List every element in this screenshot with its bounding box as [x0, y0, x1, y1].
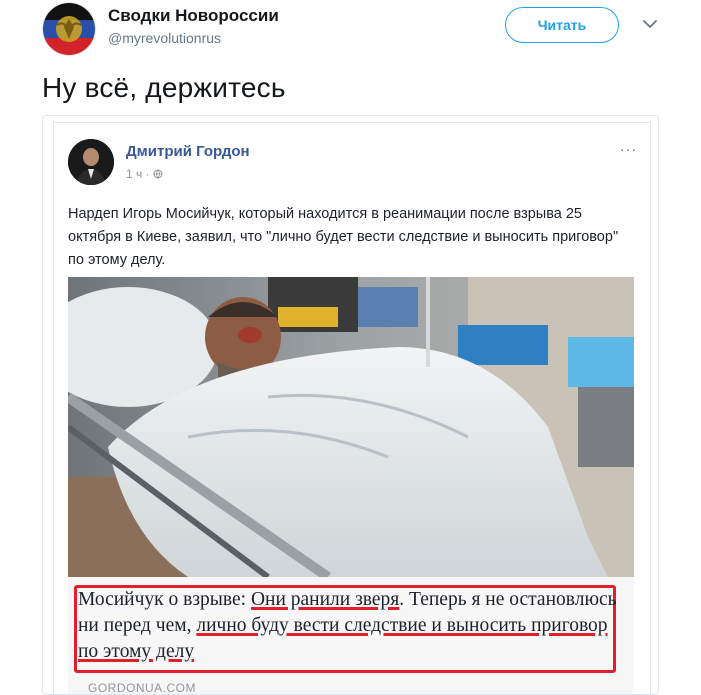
hospital-photo-image — [68, 277, 634, 577]
fb-author-avatar — [68, 139, 114, 185]
fb-avatar-photo — [68, 139, 114, 185]
quote-part-1: Мосийчук о взрыве: — [78, 589, 251, 610]
quote-block: Мосийчук о взрыве: Они ранили зверя. Теп… — [68, 577, 634, 695]
dnr-emblem-icon — [43, 3, 95, 55]
fb-author-name: Дмитрий Гордон — [126, 143, 250, 160]
hospital-photo — [68, 277, 634, 577]
quote-text: Мосийчук о взрыве: Они ранили зверя. Теп… — [78, 587, 618, 665]
quote-part-2: Они ранили зверя — [250, 589, 400, 610]
attached-image[interactable]: Дмитрий Гордон 1 ч · ··· Нардеп Игорь Мо… — [42, 115, 659, 695]
chevron-down-icon[interactable] — [640, 14, 660, 34]
more-icon: ··· — [620, 141, 637, 157]
globe-icon — [153, 169, 163, 179]
fb-post-time: 1 ч · — [126, 167, 163, 181]
link-source: GORDONUA.COM — [88, 681, 196, 695]
dot-separator: · — [145, 167, 153, 181]
follow-button[interactable]: Читать — [505, 7, 619, 43]
tweet-text: Ну всё, держитесь — [42, 72, 286, 103]
fb-post: Дмитрий Гордон 1 ч · ··· Нардеп Игорь Мо… — [53, 122, 651, 695]
author-handle[interactable]: @myrevolutionrus — [108, 30, 221, 46]
fb-time-label: 1 ч — [126, 167, 143, 181]
author-name[interactable]: Сводки Новороссии — [108, 6, 279, 26]
author-avatar[interactable] — [42, 2, 96, 56]
fb-post-text: Нардеп Игорь Мосийчук, который находится… — [68, 206, 619, 268]
